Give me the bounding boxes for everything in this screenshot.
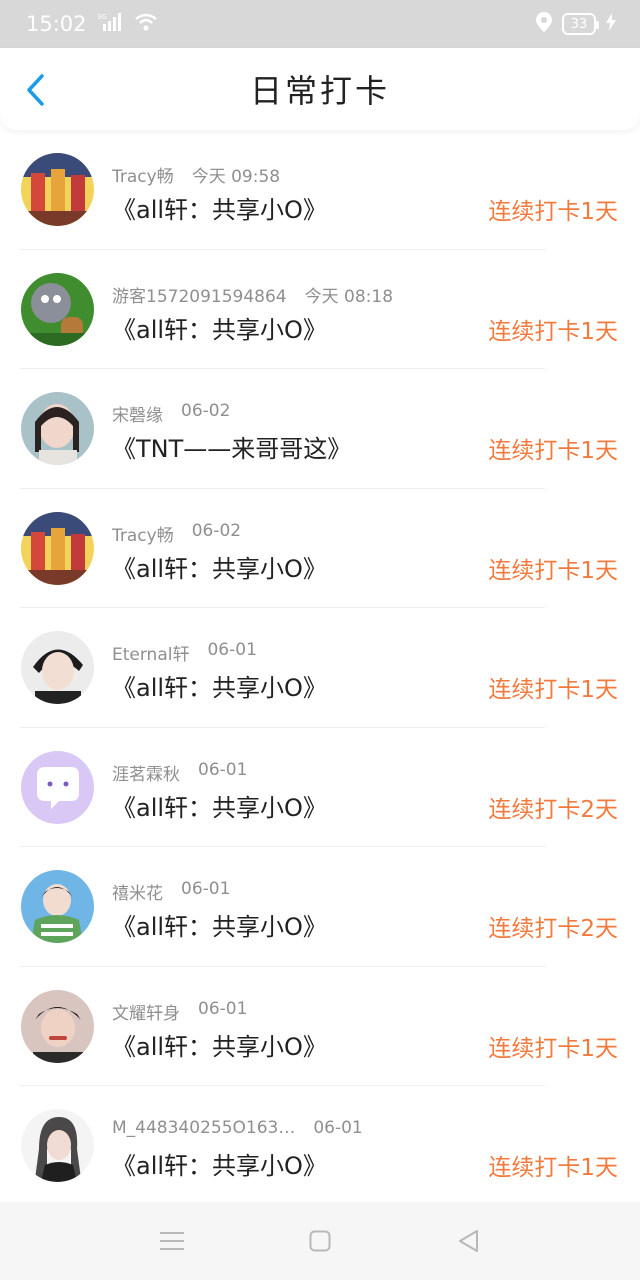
user-name[interactable]: M_448340255O163… (112, 1118, 295, 1138)
checkin-time: 06-01 (198, 759, 248, 780)
menu-button[interactable] (158, 1227, 186, 1255)
checkin-list: Tracy畅 今天 09:58 《all轩：共享小O》 连续打卡1天 游客157… (0, 130, 640, 1206)
header: 日常打卡 (0, 48, 640, 130)
streak-label: 连续打卡1天 (488, 318, 618, 345)
checkin-time: 今天 09:58 (191, 167, 281, 187)
battery-icon: 33 (562, 13, 599, 35)
checkin-meta: M_448340255O163… 06-01 (112, 1118, 363, 1138)
checkin-time: 06-01 (198, 998, 248, 1019)
checkin-meta: 涯茗霖秋 06-01 (112, 760, 247, 785)
checkin-time: 06-01 (313, 1118, 363, 1138)
streak-label: 连续打卡1天 (488, 557, 618, 584)
square-home-icon (309, 1230, 331, 1252)
checkin-row[interactable]: Tracy畅 06-02 《all轩：共享小O》 连续打卡1天 (0, 489, 640, 609)
checkin-meta: 游客15720915948​64 今天 08:18 (112, 282, 393, 307)
checkin-meta: Eternal轩 06-01 (112, 640, 257, 665)
avatar[interactable] (21, 989, 94, 1063)
avatar[interactable] (21, 153, 94, 226)
chevron-left-icon (27, 74, 44, 106)
user-name[interactable]: Eternal轩 (112, 640, 189, 665)
signal-icon: 3G (97, 12, 125, 37)
streak-label: 连续打卡1天 (488, 1035, 618, 1062)
checkin-time: 06-02 (191, 520, 242, 541)
streak-label: 连续打卡1天 (488, 199, 618, 225)
avatar[interactable] (21, 870, 94, 943)
checkin-meta: 宋磬缘 06-02 (112, 401, 230, 426)
user-name[interactable]: 宋磬缘 (112, 401, 163, 426)
avatar[interactable] (21, 392, 94, 465)
group-name[interactable]: 《all轩：共享小O》 (112, 1027, 327, 1062)
avatar[interactable] (21, 750, 94, 824)
checkin-row[interactable]: Tracy畅 今天 09:58 《all轩：共享小O》 连续打卡1天 (0, 130, 640, 250)
user-name[interactable]: Tracy畅 (112, 162, 174, 187)
group-name[interactable]: 《all轩：共享小O》 (112, 907, 327, 942)
streak-label: 连续打卡2天 (488, 916, 618, 942)
checkin-row[interactable]: 禧米花 06-01 《all轩：共享小O》 连续打卡2天 (0, 847, 640, 967)
system-nav-bar (0, 1202, 640, 1280)
checkin-meta: 文耀轩身 06-01 (112, 999, 247, 1024)
user-name[interactable]: Tracy畅 (112, 521, 174, 546)
menu-icon (160, 1232, 184, 1250)
streak-label: 连续打卡1天 (488, 438, 618, 464)
streak-label: 连续打卡1天 (488, 1155, 618, 1181)
avatar[interactable] (21, 631, 94, 704)
svg-text:3G: 3G (97, 13, 107, 21)
triangle-back-icon (459, 1230, 478, 1252)
checkin-meta: Tracy畅 今天 09:58 (112, 162, 280, 187)
page-title: 日常打卡 (249, 72, 390, 110)
group-name[interactable]: 《all轩：共享小O》 (112, 549, 327, 584)
charging-icon (606, 13, 616, 35)
group-name[interactable]: 《all轩：共享小O》 (112, 1146, 327, 1181)
nav-back-button[interactable] (454, 1227, 482, 1255)
status-left: 15:02 3G (26, 12, 157, 37)
checkin-time: 06-02 (181, 401, 231, 421)
status-bar: 15:02 3G 33 (0, 0, 640, 48)
group-name[interactable]: 《all轩：共享小O》 (112, 788, 327, 823)
avatar[interactable] (21, 1109, 94, 1182)
user-name[interactable]: 禧米花 (112, 879, 163, 904)
checkin-time: 06-01 (207, 640, 257, 660)
wifi-icon (134, 12, 157, 36)
streak-label: 连续打卡2天 (488, 796, 618, 823)
user-name[interactable]: 涯茗霖秋 (112, 760, 180, 785)
checkin-row[interactable]: 游客15720915948​64 今天 08:18 《all轩：共享小O》 连续… (0, 250, 640, 370)
checkin-time: 今天 08:18 (304, 286, 394, 307)
checkin-row[interactable]: 宋磬缘 06-02 《TNT——来哥哥这》 连续打卡1天 (0, 369, 640, 489)
avatar[interactable] (21, 511, 94, 585)
back-button[interactable] (18, 72, 54, 108)
home-button[interactable] (306, 1227, 334, 1255)
streak-label: 连续打卡1天 (488, 677, 618, 703)
avatar[interactable] (21, 272, 94, 346)
group-name[interactable]: 《all轩：共享小O》 (112, 668, 327, 703)
checkin-row[interactable]: 文耀轩身 06-01 《all轩：共享小O》 连续打卡1天 (0, 967, 640, 1087)
location-icon (536, 12, 552, 36)
group-name[interactable]: 《TNT——来哥哥这》 (112, 429, 351, 464)
status-right: 33 (536, 12, 616, 36)
user-name[interactable]: 文耀轩身 (112, 999, 180, 1024)
checkin-row[interactable]: Eternal轩 06-01 《all轩：共享小O》 连续打卡1天 (0, 608, 640, 728)
user-name[interactable]: 游客15720915948​64 (112, 282, 287, 307)
checkin-row[interactable]: 涯茗霖秋 06-01 《all轩：共享小O》 连续打卡2天 (0, 728, 640, 848)
status-time: 15:02 (26, 12, 87, 36)
checkin-meta: Tracy畅 06-02 (112, 521, 241, 546)
group-name[interactable]: 《all轩：共享小O》 (112, 310, 327, 345)
checkin-row[interactable]: M_448340255O163… 06-01 《all轩：共享小O》 连续打卡1… (0, 1086, 640, 1206)
checkin-meta: 禧米花 06-01 (112, 879, 230, 904)
checkin-time: 06-01 (181, 879, 231, 899)
group-name[interactable]: 《all轩：共享小O》 (112, 190, 327, 225)
